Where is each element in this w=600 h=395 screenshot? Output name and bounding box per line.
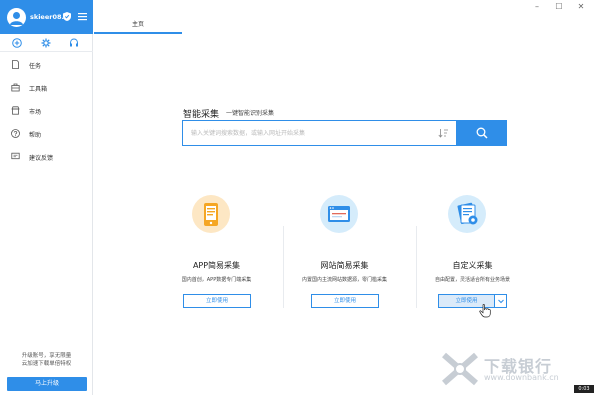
upgrade-line-1: 升级账号，享无限量 [21,353,72,359]
shield-icon[interactable] [63,12,71,21]
window-controls: – ☐ ✕ [532,2,592,14]
close-icon[interactable]: ✕ [576,2,586,12]
maximize-icon[interactable]: ☐ [554,2,564,12]
card-title: 自定义采集 [452,261,493,270]
card-app-collect: APP简易采集 国内首创，APP数据专门端采集 立即使用 [150,183,283,315]
search-button[interactable] [457,120,507,146]
sidebar-item-label: 任务 [29,63,42,70]
card-description: 自由配置，灵活适合所有业务场景 [434,277,510,283]
settings-gear-icon[interactable] [41,38,51,48]
app-collect-use-button[interactable]: 立即使用 [183,294,251,308]
add-circle-icon[interactable] [12,38,22,48]
sort-icon[interactable] [438,128,449,138]
card-web-collect: 网站简易采集 内置国内主流网站数据源，零门槛采集 立即使用 [278,183,411,315]
sidebar-item-label: 工具箱 [29,86,48,93]
upgrade-line-2: 云加速下载单倍特权 [21,361,72,367]
market-icon [11,106,20,115]
search-icon [476,127,488,139]
sidebar-item-label: 帮助 [29,132,42,139]
web-collect-use-button[interactable]: 立即使用 [311,294,379,308]
sidebar-item-toolbox[interactable]: 工具箱 [0,79,93,97]
upgrade-button[interactable]: 马上升级 [7,377,87,391]
document-icon [12,60,19,69]
headset-icon[interactable] [69,38,79,48]
smart-collect-subtitle: 一键智能识别采集 [226,110,275,117]
tab-home[interactable]: 主页 [94,16,182,34]
sidebar-item-label: 市场 [29,109,42,116]
sidebar-item-tasks[interactable]: 任务 [0,56,93,74]
menu-icon[interactable] [78,12,87,21]
sidebar: skieer08... 任务 工具箱 市场 帮助 建议反馈 升级账号，享无限量 … [0,0,93,395]
user-bar: skieer08... [0,0,93,34]
search-input[interactable] [191,121,431,145]
video-time-badge: 0:03 [574,385,594,393]
help-icon [11,129,20,138]
watermark-logo-icon [442,352,478,386]
web-browser-icon [320,195,358,233]
card-description: 国内首创，APP数据专门端采集 [181,277,252,283]
feedback-icon [11,152,20,160]
minimize-icon[interactable]: – [532,2,542,12]
sidebar-item-label: 建议反馈 [29,155,54,162]
app-phone-icon [192,195,230,233]
user-avatar-icon[interactable] [7,8,26,27]
card-title: 网站简易采集 [320,261,369,270]
sidebar-item-feedback[interactable]: 建议反馈 [0,148,93,166]
quick-actions [0,34,93,52]
custom-collect-split-button: 立即使用 [438,294,507,308]
watermark-url: www.downbank.cn [484,373,559,382]
sidebar-item-help[interactable]: 帮助 [0,125,93,143]
smart-collect-title: 智能采集 [183,110,220,120]
card-description: 内置国内主流网站数据源，零门槛采集 [301,277,387,283]
upgrade-promo: 升级账号，享无限量 云加速下载单倍特权 [0,352,93,368]
sidebar-item-market[interactable]: 市场 [0,102,93,120]
chevron-down-icon [498,299,504,304]
hand-cursor-icon [479,304,491,318]
custom-collect-dropdown[interactable] [494,295,506,307]
toolbox-icon [11,83,20,92]
custom-gear-doc-icon [448,195,486,233]
card-title: APP简易采集 [192,261,241,270]
search-box [182,120,457,146]
